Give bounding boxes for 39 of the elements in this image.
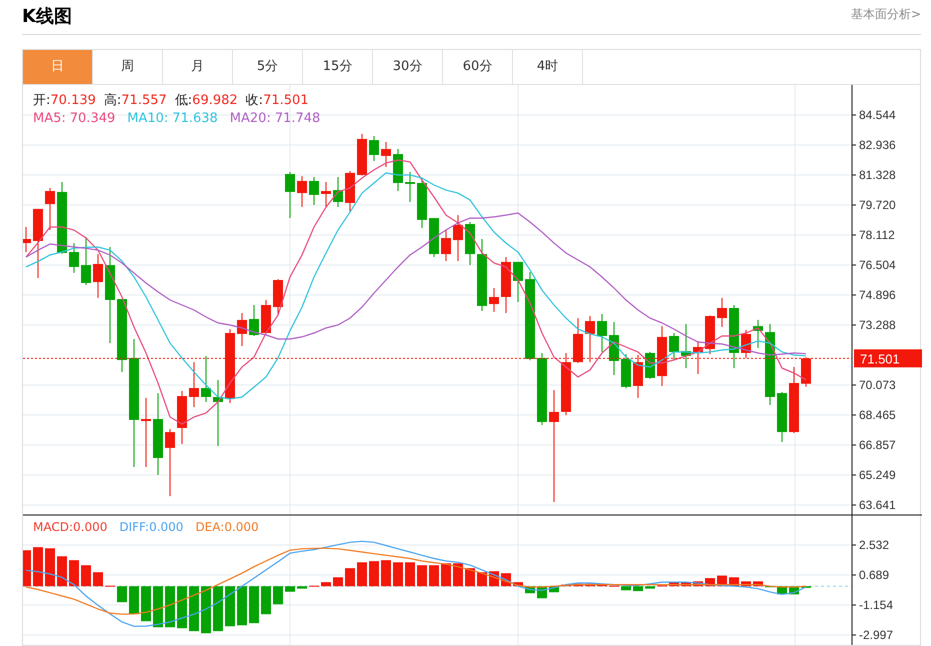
axis-label: 73.288	[859, 318, 896, 332]
quote-value: 70.139	[50, 93, 96, 109]
axis-label: 2.532	[859, 538, 890, 552]
quote-value: 71.501	[263, 93, 309, 109]
ma-value: 70.349	[70, 111, 116, 127]
indicator-value: 0.000	[224, 519, 259, 536]
ma-value: 71.638	[172, 111, 218, 127]
quote-label: 高:	[104, 93, 122, 109]
quote-label: 开:	[33, 93, 50, 109]
axis-label: -1.154	[859, 598, 894, 612]
indicator-value: 0.000	[149, 519, 184, 536]
last-price-label: 71.501	[860, 351, 900, 366]
quote-value: 71.557	[121, 93, 167, 109]
axis-label: 68.465	[859, 408, 896, 422]
indicator-label: DIFF:	[119, 519, 150, 536]
axis-label: 66.857	[859, 438, 896, 452]
axis-label: 0.689	[859, 568, 890, 582]
axis-label: 65.249	[859, 468, 896, 482]
axis-label: 76.504	[859, 258, 896, 272]
axis-label: 82.936	[859, 138, 896, 152]
axis-label: 63.641	[859, 498, 896, 512]
axis-label: -2.997	[859, 628, 894, 642]
indicator-label: MACD:	[33, 519, 74, 536]
quote-value: 69.982	[192, 93, 238, 109]
ma-value: 71.748	[274, 111, 320, 127]
ma-label: MA5:	[33, 111, 66, 127]
axis-label: 74.896	[859, 288, 896, 302]
indicator-label: DEA:	[195, 519, 224, 536]
indicator-value: 0.000	[73, 519, 108, 536]
axis-label: 81.328	[859, 168, 896, 182]
page-title: K线图	[22, 5, 72, 29]
axis-label: 70.073	[859, 378, 896, 392]
axis-label: 78.112	[859, 228, 895, 242]
axis-label: 79.720	[859, 198, 896, 212]
ma-label: MA10:	[127, 111, 168, 127]
quote-label: 收:	[246, 93, 264, 109]
ma-label: MA20:	[230, 111, 271, 127]
axis-label: 84.544	[859, 108, 896, 122]
quote-label: 低:	[174, 93, 192, 109]
